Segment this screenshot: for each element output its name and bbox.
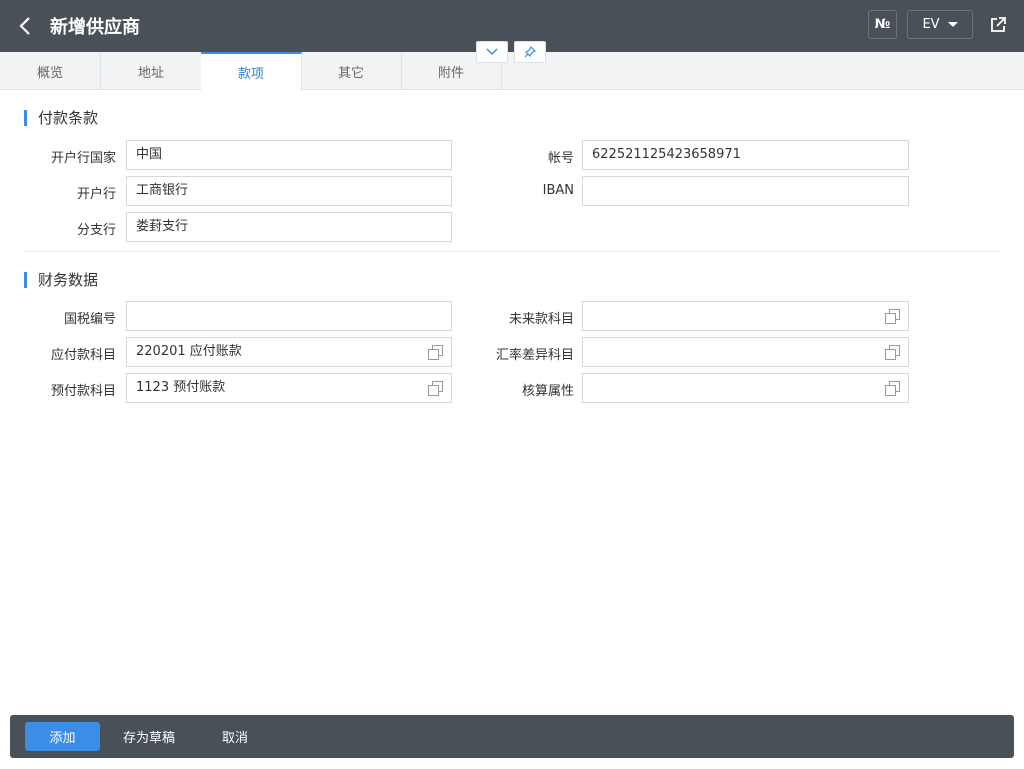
- prepaid-account-field[interactable]: 1123 预付账款: [126, 373, 452, 403]
- share-button[interactable]: [983, 10, 1012, 39]
- future-account-field[interactable]: [582, 301, 909, 331]
- fx-difference-field[interactable]: [582, 337, 909, 367]
- payment-section-title: 付款条款: [24, 110, 98, 126]
- branch-label: 分支行: [76, 223, 116, 238]
- bank-country-field[interactable]: 中国: [126, 140, 452, 170]
- lookup-icon[interactable]: [885, 309, 900, 324]
- tax-number-field[interactable]: [126, 301, 452, 331]
- collapse-header-button[interactable]: [476, 41, 508, 63]
- prepaid-account-value: 1123 预付账款: [136, 380, 226, 395]
- payable-account-field[interactable]: 220201 应付账款: [126, 337, 452, 367]
- save-draft-button[interactable]: 存为草稿: [123, 722, 175, 751]
- accounting-attribute-field[interactable]: [582, 373, 909, 403]
- cancel-button[interactable]: 取消: [222, 722, 248, 751]
- language-dropdown[interactable]: EV: [907, 10, 973, 39]
- action-bar: 添加 存为草稿 取消: [10, 715, 1014, 758]
- caret-down-icon: [947, 22, 958, 27]
- bank-field[interactable]: 工商银行: [126, 176, 452, 206]
- bank-country-label: 开户行国家: [50, 151, 116, 166]
- chevron-down-icon: [486, 48, 498, 56]
- account-label: 帐号: [547, 151, 574, 166]
- future-account-label: 未来款科目: [508, 312, 574, 327]
- finance-section-title: 财务数据: [24, 272, 98, 288]
- language-value: EV: [922, 17, 940, 32]
- share-icon: [990, 16, 1006, 32]
- tax-number-label: 国税编号: [63, 312, 116, 327]
- account-field[interactable]: 622521125423658971: [582, 140, 909, 170]
- top-header: 新增供应商 № EV: [0, 0, 1024, 52]
- iban-field[interactable]: [582, 176, 909, 206]
- add-button[interactable]: 添加: [25, 722, 100, 751]
- lookup-icon[interactable]: [428, 381, 443, 396]
- fx-difference-label: 汇率差异科目: [495, 348, 574, 363]
- pin-icon: [524, 46, 536, 58]
- tab-other[interactable]: 其它: [301, 52, 402, 90]
- tab-overview[interactable]: 概览: [0, 52, 101, 90]
- back-button[interactable]: [0, 0, 50, 52]
- section-divider: [24, 251, 1000, 252]
- tab-bar: 概览 地址 款项 其它 附件: [0, 52, 1024, 91]
- page-title: 新增供应商: [50, 17, 140, 38]
- payable-account-value: 220201 应付账款: [136, 344, 242, 359]
- prepaid-account-label: 预付款科目: [50, 384, 116, 399]
- pin-header-button[interactable]: [514, 41, 546, 63]
- number-button[interactable]: №: [868, 10, 897, 39]
- accounting-attribute-label: 核算属性: [521, 384, 574, 399]
- branch-field[interactable]: 娄葑支行: [126, 212, 452, 242]
- back-arrow-icon: [19, 17, 30, 35]
- lookup-icon[interactable]: [885, 345, 900, 360]
- lookup-icon[interactable]: [428, 345, 443, 360]
- iban-label: IBAN: [542, 183, 574, 198]
- tab-address[interactable]: 地址: [101, 52, 202, 90]
- lookup-icon[interactable]: [885, 381, 900, 396]
- bank-label: 开户行: [76, 187, 116, 202]
- tab-payment[interactable]: 款项: [201, 52, 302, 91]
- payable-account-label: 应付款科目: [50, 348, 116, 363]
